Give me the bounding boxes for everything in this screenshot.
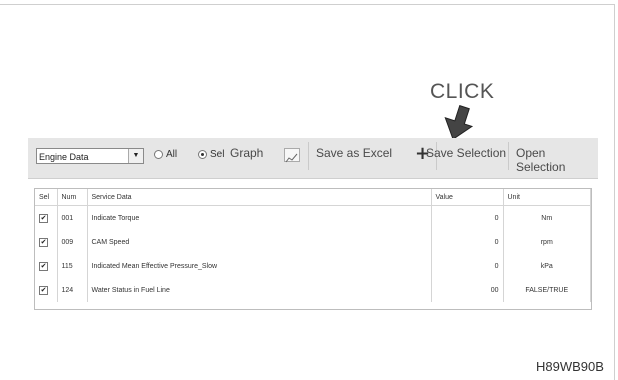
figure-reference-code: H89WB90B [536,359,604,374]
table-row[interactable]: ✔ 115 Indicated Mean Effective Pressure_… [35,254,591,278]
row-service-data: Water Status in Fuel Line [87,278,432,302]
row-value: 0 [431,254,504,278]
radio-all-indicator[interactable] [154,149,163,159]
column-header-service-data[interactable]: Service Data [87,189,432,206]
table-row[interactable]: ✔ 001 Indicate Torque 0 Nm [35,205,591,230]
row-num: 009 [57,230,88,254]
graph-button-label: Graph [230,146,264,160]
frame-right-border [614,4,615,380]
row-num: 124 [57,278,88,302]
radio-all[interactable]: All [154,149,177,160]
save-as-excel-label: Save as Excel [316,146,393,160]
row-value: 00 [431,278,504,302]
row-select-checkbox[interactable]: ✔ [39,237,48,247]
frame-top-border [0,4,614,5]
row-unit: FALSE/TRUE [503,278,591,302]
row-select-checkbox[interactable]: ✔ [39,261,48,271]
row-unit: kPa [503,254,591,278]
open-selection-label: Open Selection [516,146,566,174]
row-num: 001 [57,205,88,230]
table-header-row: Sel Num Service Data Value Unit [35,189,591,206]
column-header-unit[interactable]: Unit [503,189,591,206]
toolbar-divider [308,142,309,170]
chevron-down-icon[interactable]: ▼ [128,149,143,163]
save-selection-button[interactable]: Save Selection [426,146,506,160]
row-service-data: CAM Speed [87,230,432,254]
row-service-data: Indicate Torque [87,205,432,230]
data-group-select[interactable]: Engine Data ▼ [36,148,144,164]
column-header-value[interactable]: Value [431,189,504,206]
service-data-table: Sel Num Service Data Value Unit ✔ 001 In… [34,188,592,310]
row-num: 115 [57,254,88,278]
save-as-excel-button[interactable]: Save as Excel [316,146,392,160]
open-selection-button[interactable]: Open Selection [516,146,598,174]
row-unit: rpm [503,230,591,254]
data-group-select-value: Engine Data [39,152,89,162]
row-unit: Nm [503,205,591,230]
toolbar-divider [508,142,509,170]
row-select-checkbox[interactable]: ✔ [39,213,48,223]
table-row[interactable]: ✔ 009 CAM Speed 0 rpm [35,230,591,254]
table-row[interactable]: ✔ 124 Water Status in Fuel Line 00 FALSE… [35,278,591,302]
graph-button[interactable]: Graph [230,146,263,160]
radio-sel-indicator[interactable] [198,149,207,159]
save-selection-label: Save Selection [426,146,507,160]
graph-icon[interactable] [284,148,300,163]
row-value: 0 [431,205,504,230]
column-header-num[interactable]: Num [57,189,88,206]
radio-all-label: All [166,149,178,160]
column-header-sel[interactable]: Sel [35,189,58,206]
radio-sel[interactable]: Sel [198,149,224,160]
radio-sel-label: Sel [210,149,225,160]
toolbar: Engine Data ▼ All Sel Graph Save as Exce… [28,138,598,179]
row-select-checkbox[interactable]: ✔ [39,285,48,295]
row-service-data: Indicated Mean Effective Pressure_Slow [87,254,432,278]
row-value: 0 [431,230,504,254]
click-annotation: CLICK [430,80,495,103]
